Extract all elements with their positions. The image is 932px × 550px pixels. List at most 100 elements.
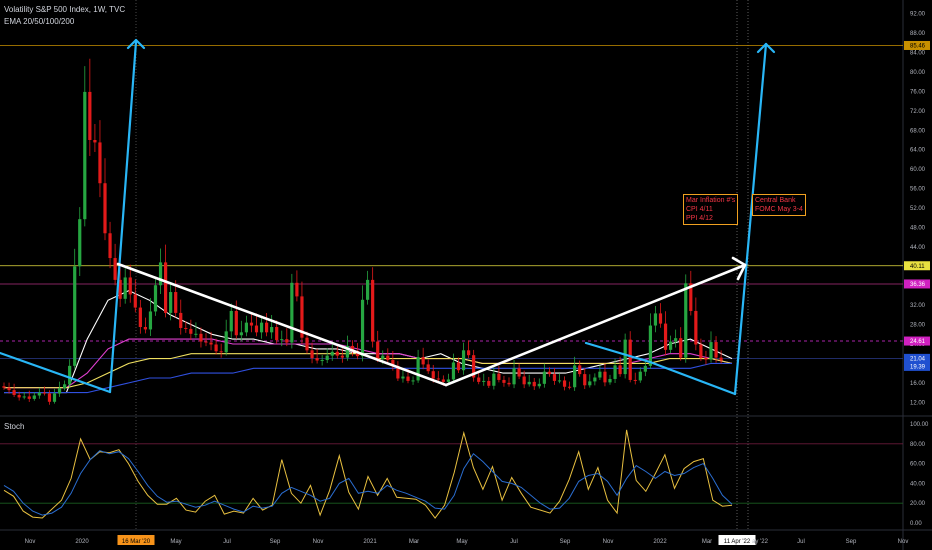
candle-body — [128, 277, 132, 295]
candle-body — [88, 91, 92, 140]
candle-body — [653, 313, 658, 326]
price-tick-label: 28.00 — [910, 323, 926, 329]
candle-body — [421, 357, 425, 365]
candle-body — [32, 395, 36, 399]
candle-body — [537, 383, 541, 387]
price-axis[interactable]: 92.00 88.00 84.00 80.00 76.00 72.00 68.00 64.00… — [904, 12, 930, 527]
candle-body — [229, 310, 233, 332]
inflation-note[interactable]: Mar Inflation #'s CPI 4/11 PPI 4/12 — [683, 194, 739, 225]
candle-body — [164, 262, 168, 313]
candle-body — [684, 283, 688, 358]
symbol-title[interactable]: Volatility S&P 500 Index, 1W, TVC — [4, 5, 125, 14]
price-tick-label: 80.00 — [910, 70, 926, 76]
candle-body — [295, 282, 299, 297]
frames — [0, 0, 932, 550]
candle-body — [623, 339, 627, 375]
candle-body — [169, 292, 173, 313]
horizontal-levels — [0, 45, 903, 504]
candle-body — [280, 339, 284, 341]
candle-body — [42, 392, 46, 394]
candle-body — [158, 262, 163, 286]
stoch-tick-label: 0.00 — [910, 521, 922, 527]
candle-body — [562, 380, 567, 387]
candle-body — [108, 233, 112, 259]
candle-body — [669, 341, 673, 350]
stoch-tick-label: 100.00 — [910, 422, 929, 428]
candle-body — [37, 392, 41, 396]
candle-body — [477, 377, 481, 382]
time-tick-label: Mar — [702, 539, 712, 545]
candle-body — [366, 279, 370, 300]
candle-body — [461, 350, 466, 371]
candle-body — [184, 327, 188, 329]
blue-downtrend-line — [0, 351, 112, 394]
candle-body — [467, 350, 471, 356]
candle-body — [487, 380, 491, 386]
time-tick-label: ay '22 — [752, 539, 768, 545]
candle-body — [78, 219, 82, 267]
candle-body — [497, 373, 501, 380]
candle-body — [219, 351, 223, 353]
candle-body — [93, 140, 97, 143]
candle-body — [239, 332, 243, 336]
candle-body — [204, 341, 208, 343]
candle-body — [270, 327, 274, 333]
candle-body — [47, 393, 52, 402]
price-tick-label: 84.00 — [910, 51, 926, 57]
stoch-tick-label: 40.00 — [910, 481, 926, 487]
candle-body — [502, 379, 506, 383]
candle-body — [376, 341, 380, 360]
candle-body — [638, 371, 642, 381]
candle-body — [694, 310, 698, 345]
fomc-note[interactable]: Central Bank FOMC May 3-4 — [752, 194, 806, 216]
candle-body — [98, 142, 102, 184]
candle-body — [63, 384, 67, 389]
candle-body — [436, 378, 440, 380]
candle-body — [679, 338, 683, 358]
stoch-legend[interactable]: Stoch — [4, 422, 24, 431]
candle-body — [52, 393, 57, 402]
candle-body — [310, 350, 314, 359]
candle-body — [658, 313, 663, 324]
candle-body — [598, 371, 602, 378]
price-tick-label: 92.00 — [910, 12, 926, 18]
candle-body — [416, 357, 420, 381]
white-descending-line — [116, 262, 448, 387]
candle-body — [643, 365, 647, 372]
time-axis[interactable]: Nov 2020 16 Mar '20 May Jul Sep Nov 2021 Mar May J… — [25, 535, 909, 545]
candle-body — [224, 331, 228, 353]
candle-body — [542, 371, 546, 384]
time-tick-label: May — [456, 539, 467, 545]
candle-body — [633, 379, 637, 381]
candle-body — [613, 365, 617, 379]
blue-trend-right — [584, 341, 652, 364]
candle-body — [360, 299, 365, 357]
blue-down-to-low — [648, 360, 737, 396]
candle-body — [492, 373, 496, 386]
price-tick-label: 32.00 — [910, 303, 926, 309]
stoch-tick-label: 60.00 — [910, 462, 926, 468]
candle-body — [522, 376, 526, 385]
time-tick-label: Nov — [603, 539, 614, 545]
candle-body — [568, 386, 572, 388]
candle-body — [194, 333, 198, 335]
candle-body — [133, 294, 137, 308]
indicator-legend[interactable]: EMA 20/50/100/200 — [4, 17, 74, 26]
time-tick-label: 2021 — [363, 539, 377, 545]
candle-body — [330, 351, 334, 356]
candle-body — [593, 377, 597, 382]
candle-body — [628, 339, 632, 380]
candle-body — [512, 368, 516, 385]
candle-body — [674, 338, 678, 342]
stoch-k-line — [3, 429, 733, 519]
candle-body — [557, 380, 562, 382]
candle-body — [17, 395, 21, 398]
candle-body — [507, 382, 511, 385]
candle-body — [174, 292, 178, 313]
candle-body — [290, 282, 294, 343]
candle-body — [603, 371, 607, 383]
chart-canvas: 92.00 88.00 84.00 80.00 76.00 72.00 68.00 64.00… — [0, 0, 932, 550]
candle-body — [451, 362, 456, 380]
price-label-text: 85.46 — [910, 43, 926, 49]
time-tick-label: Jul — [223, 539, 231, 545]
